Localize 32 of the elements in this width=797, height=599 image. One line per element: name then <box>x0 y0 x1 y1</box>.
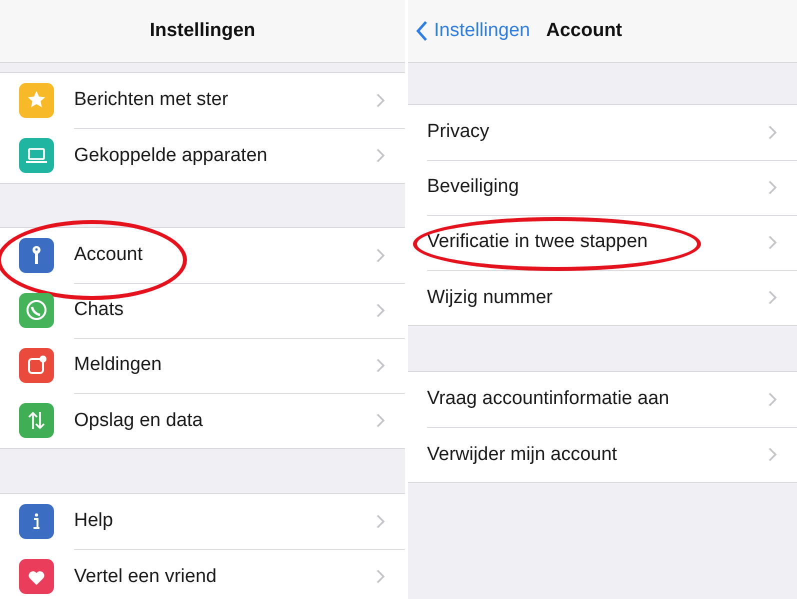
chevron-icon <box>376 248 385 262</box>
chevron-icon <box>768 180 777 194</box>
row-label[interactable]: Chats <box>74 299 376 321</box>
row-label[interactable]: Privacy <box>427 121 768 143</box>
chevron-icon <box>376 358 385 372</box>
chevron-icon <box>768 124 777 140</box>
chevron-icon <box>376 514 385 528</box>
row-label[interactable]: Berichten met ster <box>74 89 376 111</box>
chevron-icon <box>768 234 777 250</box>
row-label[interactable]: Wijzig nummer <box>427 286 768 308</box>
row-label[interactable]: Vertel een vriend <box>74 566 376 588</box>
row-label[interactable]: Account <box>74 244 376 266</box>
chevron-icon <box>376 302 385 318</box>
back-button[interactable]: Instellingen <box>434 20 530 42</box>
row-label[interactable]: Verwijder mijn account <box>427 444 768 466</box>
chevron-icon <box>768 392 777 406</box>
chevron-icon <box>376 413 385 428</box>
row-label[interactable]: Verificatie in twee stappen <box>427 231 768 253</box>
chevron-icon <box>376 92 385 108</box>
back-chevron-icon[interactable] <box>416 20 428 42</box>
chevron-icon <box>768 447 777 462</box>
row-label[interactable]: Opslag en data <box>74 410 376 432</box>
row-label[interactable]: Help <box>74 510 376 532</box>
screen-title: Account <box>546 20 622 42</box>
row-label[interactable]: Vraag accountinformatie aan <box>427 388 768 410</box>
chevron-icon <box>376 569 385 584</box>
screen-title: Instellingen <box>150 20 256 42</box>
row-label[interactable]: Gekoppelde apparaten <box>74 144 376 166</box>
row-label[interactable]: Meldingen <box>74 354 376 376</box>
row-label[interactable]: Beveiliging <box>427 176 768 198</box>
chevron-icon <box>768 290 777 305</box>
chevron-icon <box>376 148 385 163</box>
